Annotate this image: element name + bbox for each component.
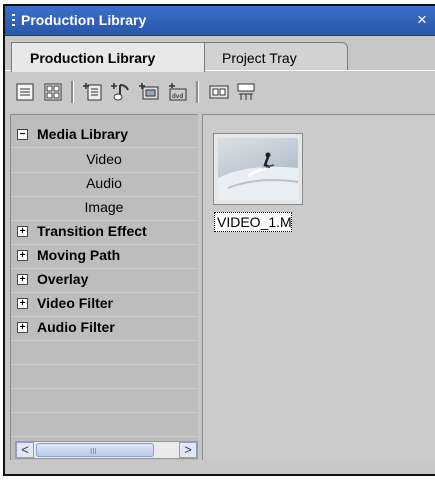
tab-project-tray[interactable]: Project Tray	[203, 42, 348, 71]
tree-item-label: Video Filter	[37, 295, 113, 311]
tree-item-video[interactable]: Video	[11, 148, 197, 173]
expand-icon[interactable]: +	[17, 298, 28, 309]
add-folder-icon[interactable]	[139, 81, 161, 103]
tree-item-label: Media Library	[37, 126, 129, 142]
status-bar	[5, 460, 435, 474]
toolbar: dvd	[5, 73, 435, 111]
title-bar[interactable]: Production Library ×	[5, 6, 435, 36]
import-dvd-icon[interactable]: dvd	[167, 81, 189, 103]
list-view-icon[interactable]	[14, 81, 36, 103]
tree-item-label: Moving Path	[37, 247, 121, 263]
tree-item-label: Transition Effect	[37, 223, 147, 239]
tab-production-library[interactable]: Production Library	[11, 42, 205, 72]
tree-item-label: Video	[86, 151, 122, 167]
collapse-icon[interactable]: −	[17, 129, 28, 140]
tab-label: Production Library	[30, 50, 156, 66]
tree-item-moving-path[interactable]: + Moving Path	[11, 244, 197, 269]
expand-icon[interactable]: +	[17, 274, 28, 285]
drag-grip-icon[interactable]	[12, 14, 15, 27]
close-icon[interactable]: ×	[417, 10, 427, 30]
tree-item-label: Audio Filter	[37, 319, 115, 335]
tree-item-image[interactable]: Image	[11, 196, 197, 221]
tree-item-media-library[interactable]: − Media Library	[11, 123, 197, 148]
expand-icon[interactable]: +	[17, 322, 28, 333]
tree-item-label: Image	[84, 199, 124, 215]
thumbnail-view-icon[interactable]	[42, 81, 64, 103]
timecode-icon[interactable]	[235, 81, 257, 103]
import-audio-icon[interactable]	[111, 81, 133, 103]
tree-item-label: Overlay	[37, 271, 89, 287]
tab-label: Project Tray	[222, 50, 297, 66]
svg-text:dvd: dvd	[172, 93, 183, 100]
scroll-grip-icon: III	[90, 447, 97, 456]
toolbar-separator	[71, 81, 74, 103]
empty-row	[11, 340, 197, 365]
tree-item-transition-effect[interactable]: + Transition Effect	[11, 220, 197, 245]
tree-item-label: Audio	[86, 175, 122, 191]
horizontal-scrollbar[interactable]: < III >	[15, 441, 198, 459]
expand-icon[interactable]: +	[17, 250, 28, 261]
tree-item-overlay[interactable]: + Overlay	[11, 268, 197, 293]
library-tree-pane: − Media Library Video Audio Image + Tran…	[10, 114, 198, 462]
scroll-thumb[interactable]: III	[36, 443, 154, 457]
expand-icon[interactable]: +	[17, 226, 28, 237]
empty-row	[11, 364, 197, 389]
empty-row	[11, 412, 197, 437]
import-clip-icon[interactable]	[83, 81, 105, 103]
tree-item-audio-filter[interactable]: + Audio Filter	[11, 316, 197, 341]
production-library-panel: Production Library × Production Library …	[3, 4, 435, 476]
media-thumbnail[interactable]	[213, 133, 303, 205]
capture-icon[interactable]	[208, 81, 230, 103]
tree-item-video-filter[interactable]: + Video Filter	[11, 292, 197, 317]
scroll-right-icon[interactable]: >	[179, 442, 197, 458]
window-title: Production Library	[21, 12, 147, 28]
media-library-pane: VIDEO_1.M	[202, 114, 435, 462]
empty-row	[11, 388, 197, 413]
toolbar-separator	[196, 81, 199, 103]
tab-strip: Production Library Project Tray	[5, 36, 435, 72]
media-caption[interactable]: VIDEO_1.M	[214, 212, 292, 232]
scroll-left-icon[interactable]: <	[16, 442, 34, 458]
tree-item-audio[interactable]: Audio	[11, 172, 197, 197]
video-preview-image	[218, 138, 298, 200]
